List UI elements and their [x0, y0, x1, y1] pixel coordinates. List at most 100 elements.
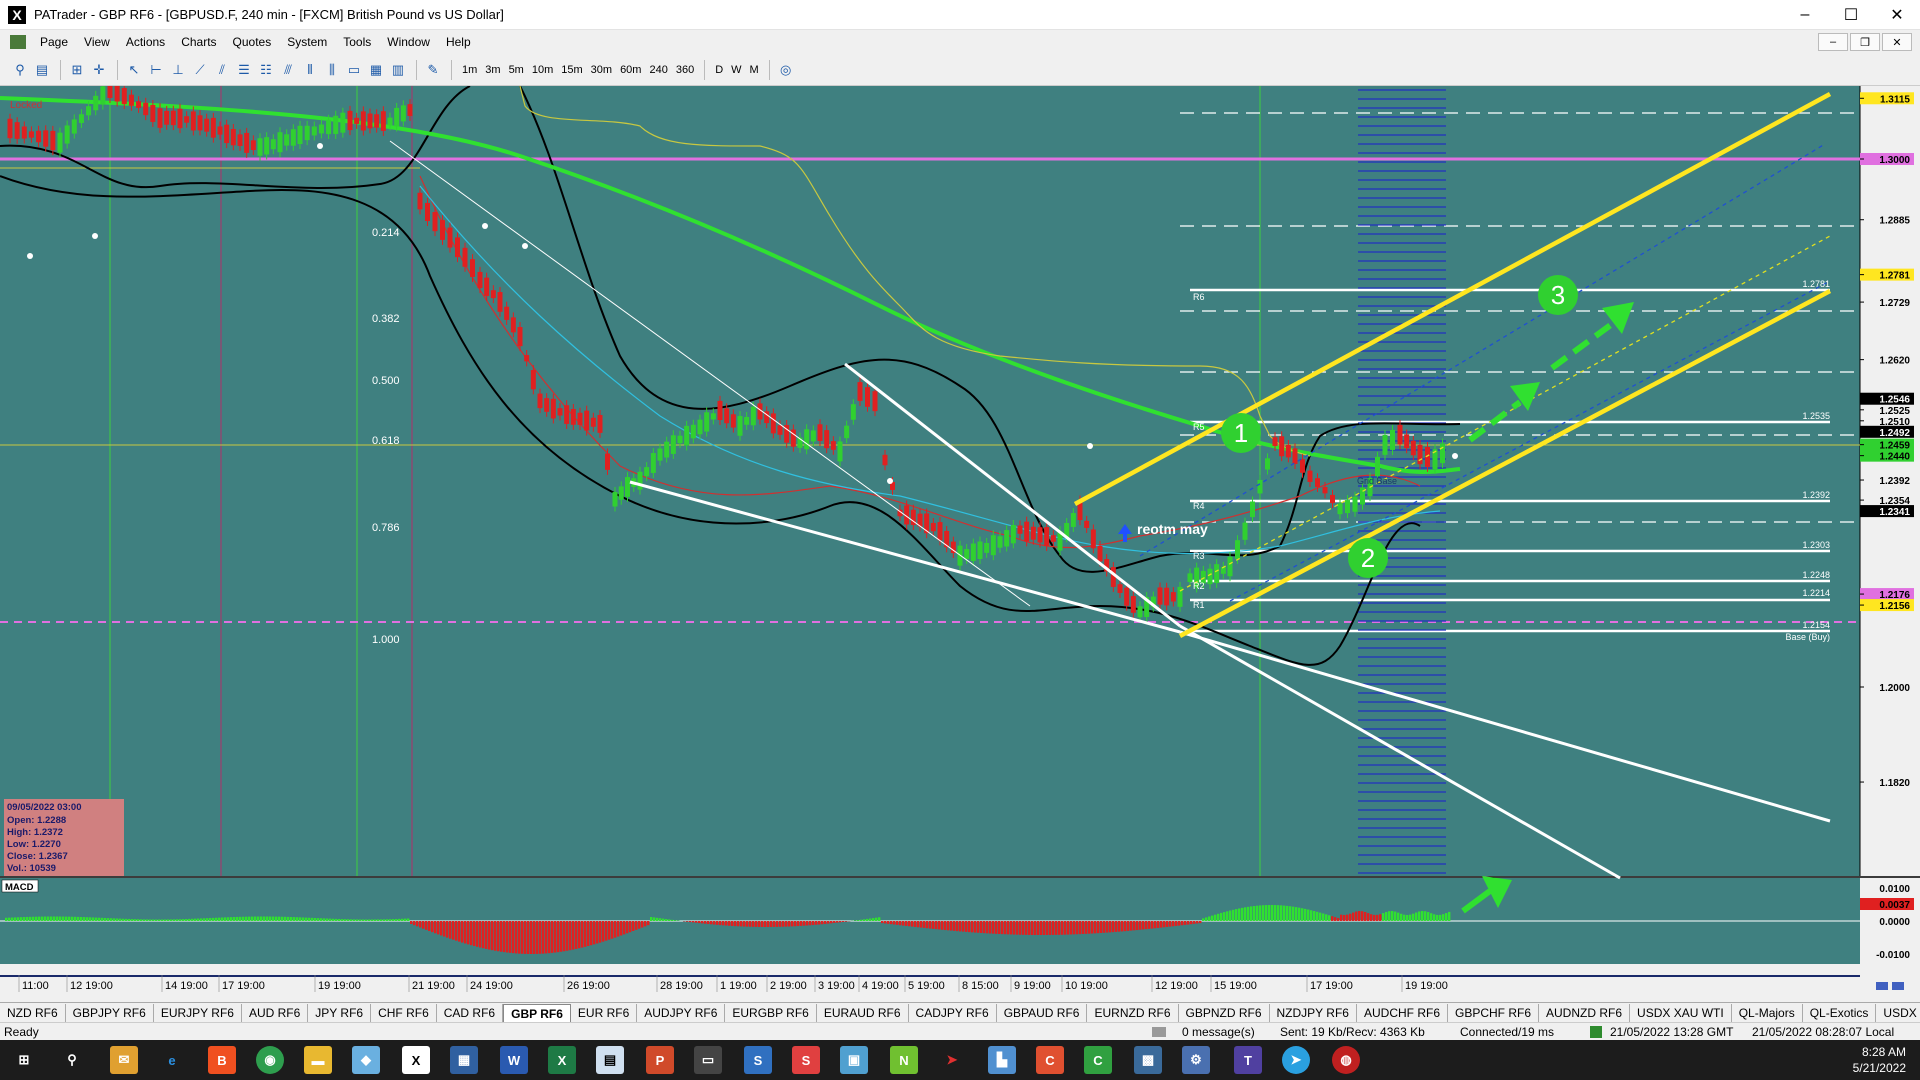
- menu-page[interactable]: Page: [32, 35, 76, 49]
- menu-actions[interactable]: Actions: [118, 35, 173, 49]
- telegram-app-icon[interactable]: ➤: [1282, 1046, 1310, 1074]
- maximize-button[interactable]: ☐: [1828, 0, 1874, 30]
- indicator-icon[interactable]: ⊞: [67, 60, 87, 80]
- symbol-tab[interactable]: GBPJPY RF6: [66, 1003, 154, 1022]
- trend-line-icon[interactable]: ⟋: [190, 60, 210, 80]
- symbol-tab[interactable]: USDX XAU WTI: [1630, 1003, 1732, 1022]
- fib-fan-icon[interactable]: ⫻: [278, 60, 298, 80]
- search-icon[interactable]: ⚲: [58, 1046, 86, 1074]
- mail-app-icon[interactable]: ✉: [110, 1046, 138, 1074]
- horizontal-line-icon[interactable]: ⊢: [146, 60, 166, 80]
- file-explorer-icon[interactable]: ▬: [304, 1046, 332, 1074]
- symbol-tab[interactable]: NZD RF6: [0, 1003, 66, 1022]
- symbol-tab[interactable]: EURGBP RF6: [725, 1003, 817, 1022]
- symbol-tab[interactable]: USDX RF6: [1876, 1004, 1920, 1022]
- chart-type-icon[interactable]: ▤: [32, 60, 52, 80]
- channel-icon[interactable]: ⫽: [212, 60, 232, 80]
- timeframe-5m[interactable]: 5m: [505, 64, 528, 76]
- camtasia-app-icon[interactable]: C: [1036, 1046, 1064, 1074]
- mdi-minimize-button[interactable]: –: [1818, 33, 1848, 51]
- symbol-tab[interactable]: GBPCHF RF6: [1448, 1003, 1540, 1022]
- menu-quotes[interactable]: Quotes: [225, 35, 280, 49]
- minimize-button[interactable]: –: [1782, 0, 1828, 30]
- symbol-tab[interactable]: GBP RF6: [503, 1003, 571, 1022]
- delete-drawings-icon[interactable]: ▥: [388, 60, 408, 80]
- symbol-tab[interactable]: AUDCHF RF6: [1357, 1003, 1448, 1022]
- chrome-browser-icon[interactable]: ◉: [256, 1046, 284, 1074]
- menu-view[interactable]: View: [76, 35, 118, 49]
- fib-extension-icon[interactable]: ☷: [256, 60, 276, 80]
- symbol-tab[interactable]: AUD RF6: [242, 1003, 309, 1022]
- chart-window[interactable]: 1 2 3 reotm may Grid Base Locked 0.214 0…: [0, 73, 1920, 992]
- timeframe-60m[interactable]: 60m: [616, 64, 645, 76]
- timeframe-3m[interactable]: 3m: [481, 64, 504, 76]
- symbol-tab[interactable]: CHF RF6: [371, 1003, 437, 1022]
- trading-app-icon[interactable]: N: [890, 1046, 918, 1074]
- timeframe-1m[interactable]: 1m: [458, 64, 481, 76]
- notes-app-icon[interactable]: ◆: [352, 1046, 380, 1074]
- menu-charts[interactable]: Charts: [173, 35, 224, 49]
- teams-app-icon[interactable]: T: [1234, 1046, 1262, 1074]
- windows-start-icon[interactable]: ⊞: [10, 1046, 38, 1074]
- system-clock[interactable]: 8:28 AM 5/21/2022: [1853, 1044, 1906, 1076]
- symbol-tab[interactable]: JPY RF6: [308, 1003, 372, 1022]
- period-monthly[interactable]: M: [746, 64, 763, 76]
- symbol-tab[interactable]: EURJPY RF6: [154, 1003, 242, 1022]
- period-daily[interactable]: D: [711, 64, 727, 76]
- powerpoint-app-icon[interactable]: P: [646, 1046, 674, 1074]
- image-app-icon[interactable]: ▣: [840, 1046, 868, 1074]
- menu-system[interactable]: System: [279, 35, 335, 49]
- symbol-tab[interactable]: AUDNZD RF6: [1539, 1003, 1631, 1022]
- edge-browser-icon[interactable]: e: [158, 1046, 186, 1074]
- target-icon[interactable]: ◎: [776, 60, 796, 80]
- symbol-tab[interactable]: QL-Majors: [1732, 1003, 1803, 1022]
- timeframe-360[interactable]: 360: [672, 64, 698, 76]
- symbol-tab[interactable]: EURAUD RF6: [817, 1003, 909, 1022]
- store-app-icon[interactable]: ▩: [1134, 1046, 1162, 1074]
- gann-icon[interactable]: ⦀: [300, 60, 320, 80]
- symbol-tab[interactable]: GBPNZD RF6: [1179, 1003, 1270, 1022]
- mdi-close-button[interactable]: ✕: [1882, 33, 1912, 51]
- screen-capture-icon[interactable]: S: [792, 1046, 820, 1074]
- menu-tools[interactable]: Tools: [335, 35, 379, 49]
- symbol-tab[interactable]: AUDJPY RF6: [637, 1003, 726, 1022]
- timeframe-10m[interactable]: 10m: [528, 64, 557, 76]
- media-app-icon[interactable]: ◍: [1332, 1046, 1360, 1074]
- symbol-tab[interactable]: EUR RF6: [571, 1003, 638, 1022]
- link-icon[interactable]: ⚲: [10, 60, 30, 80]
- symbol-tab[interactable]: CAD RF6: [437, 1003, 504, 1022]
- word-app-icon[interactable]: W: [500, 1046, 528, 1074]
- settings-app-icon[interactable]: ⚙: [1182, 1046, 1210, 1074]
- document-app-icon[interactable]: ▤: [596, 1046, 624, 1074]
- symbol-tab[interactable]: EURNZD RF6: [1087, 1003, 1179, 1022]
- time-axis-panel[interactable]: [0, 964, 1920, 992]
- pointer-icon[interactable]: ↖: [124, 60, 144, 80]
- camtasia-recorder-icon[interactable]: C: [1084, 1046, 1112, 1074]
- price-chart-background[interactable]: [0, 86, 1860, 876]
- fib-retracement-icon[interactable]: ☰: [234, 60, 254, 80]
- symbol-tab[interactable]: GBPAUD RF6: [997, 1003, 1088, 1022]
- timeframe-15m[interactable]: 15m: [557, 64, 586, 76]
- period-weekly[interactable]: W: [727, 64, 745, 76]
- symbol-tab[interactable]: CADJPY RF6: [909, 1003, 997, 1022]
- menu-help[interactable]: Help: [438, 35, 479, 49]
- utility-app-icon[interactable]: ▭: [694, 1046, 722, 1074]
- pencil-icon[interactable]: ✎: [423, 60, 443, 80]
- menu-window[interactable]: Window: [379, 35, 438, 49]
- close-button[interactable]: ✕: [1874, 0, 1920, 30]
- timeframe-30m[interactable]: 30m: [587, 64, 616, 76]
- excel-app-icon[interactable]: X: [548, 1046, 576, 1074]
- timeframe-240[interactable]: 240: [645, 64, 671, 76]
- crosshair-icon[interactable]: ✛: [89, 60, 109, 80]
- symbol-tab[interactable]: NZDJPY RF6: [1270, 1003, 1357, 1022]
- symbol-tab[interactable]: QL-Exotics: [1803, 1003, 1877, 1022]
- text-tool-icon[interactable]: ▦: [366, 60, 386, 80]
- snagit-app-icon[interactable]: S: [744, 1046, 772, 1074]
- vertical-line-icon[interactable]: ⊥: [168, 60, 188, 80]
- brave-browser-icon[interactable]: B: [208, 1046, 236, 1074]
- bird-app-icon[interactable]: ➤: [938, 1046, 966, 1074]
- mdi-restore-button[interactable]: ❐: [1850, 33, 1880, 51]
- cycle-lines-icon[interactable]: ⫼: [322, 60, 342, 80]
- calculator-icon[interactable]: ▦: [450, 1046, 478, 1074]
- rectangle-icon[interactable]: ▭: [344, 60, 364, 80]
